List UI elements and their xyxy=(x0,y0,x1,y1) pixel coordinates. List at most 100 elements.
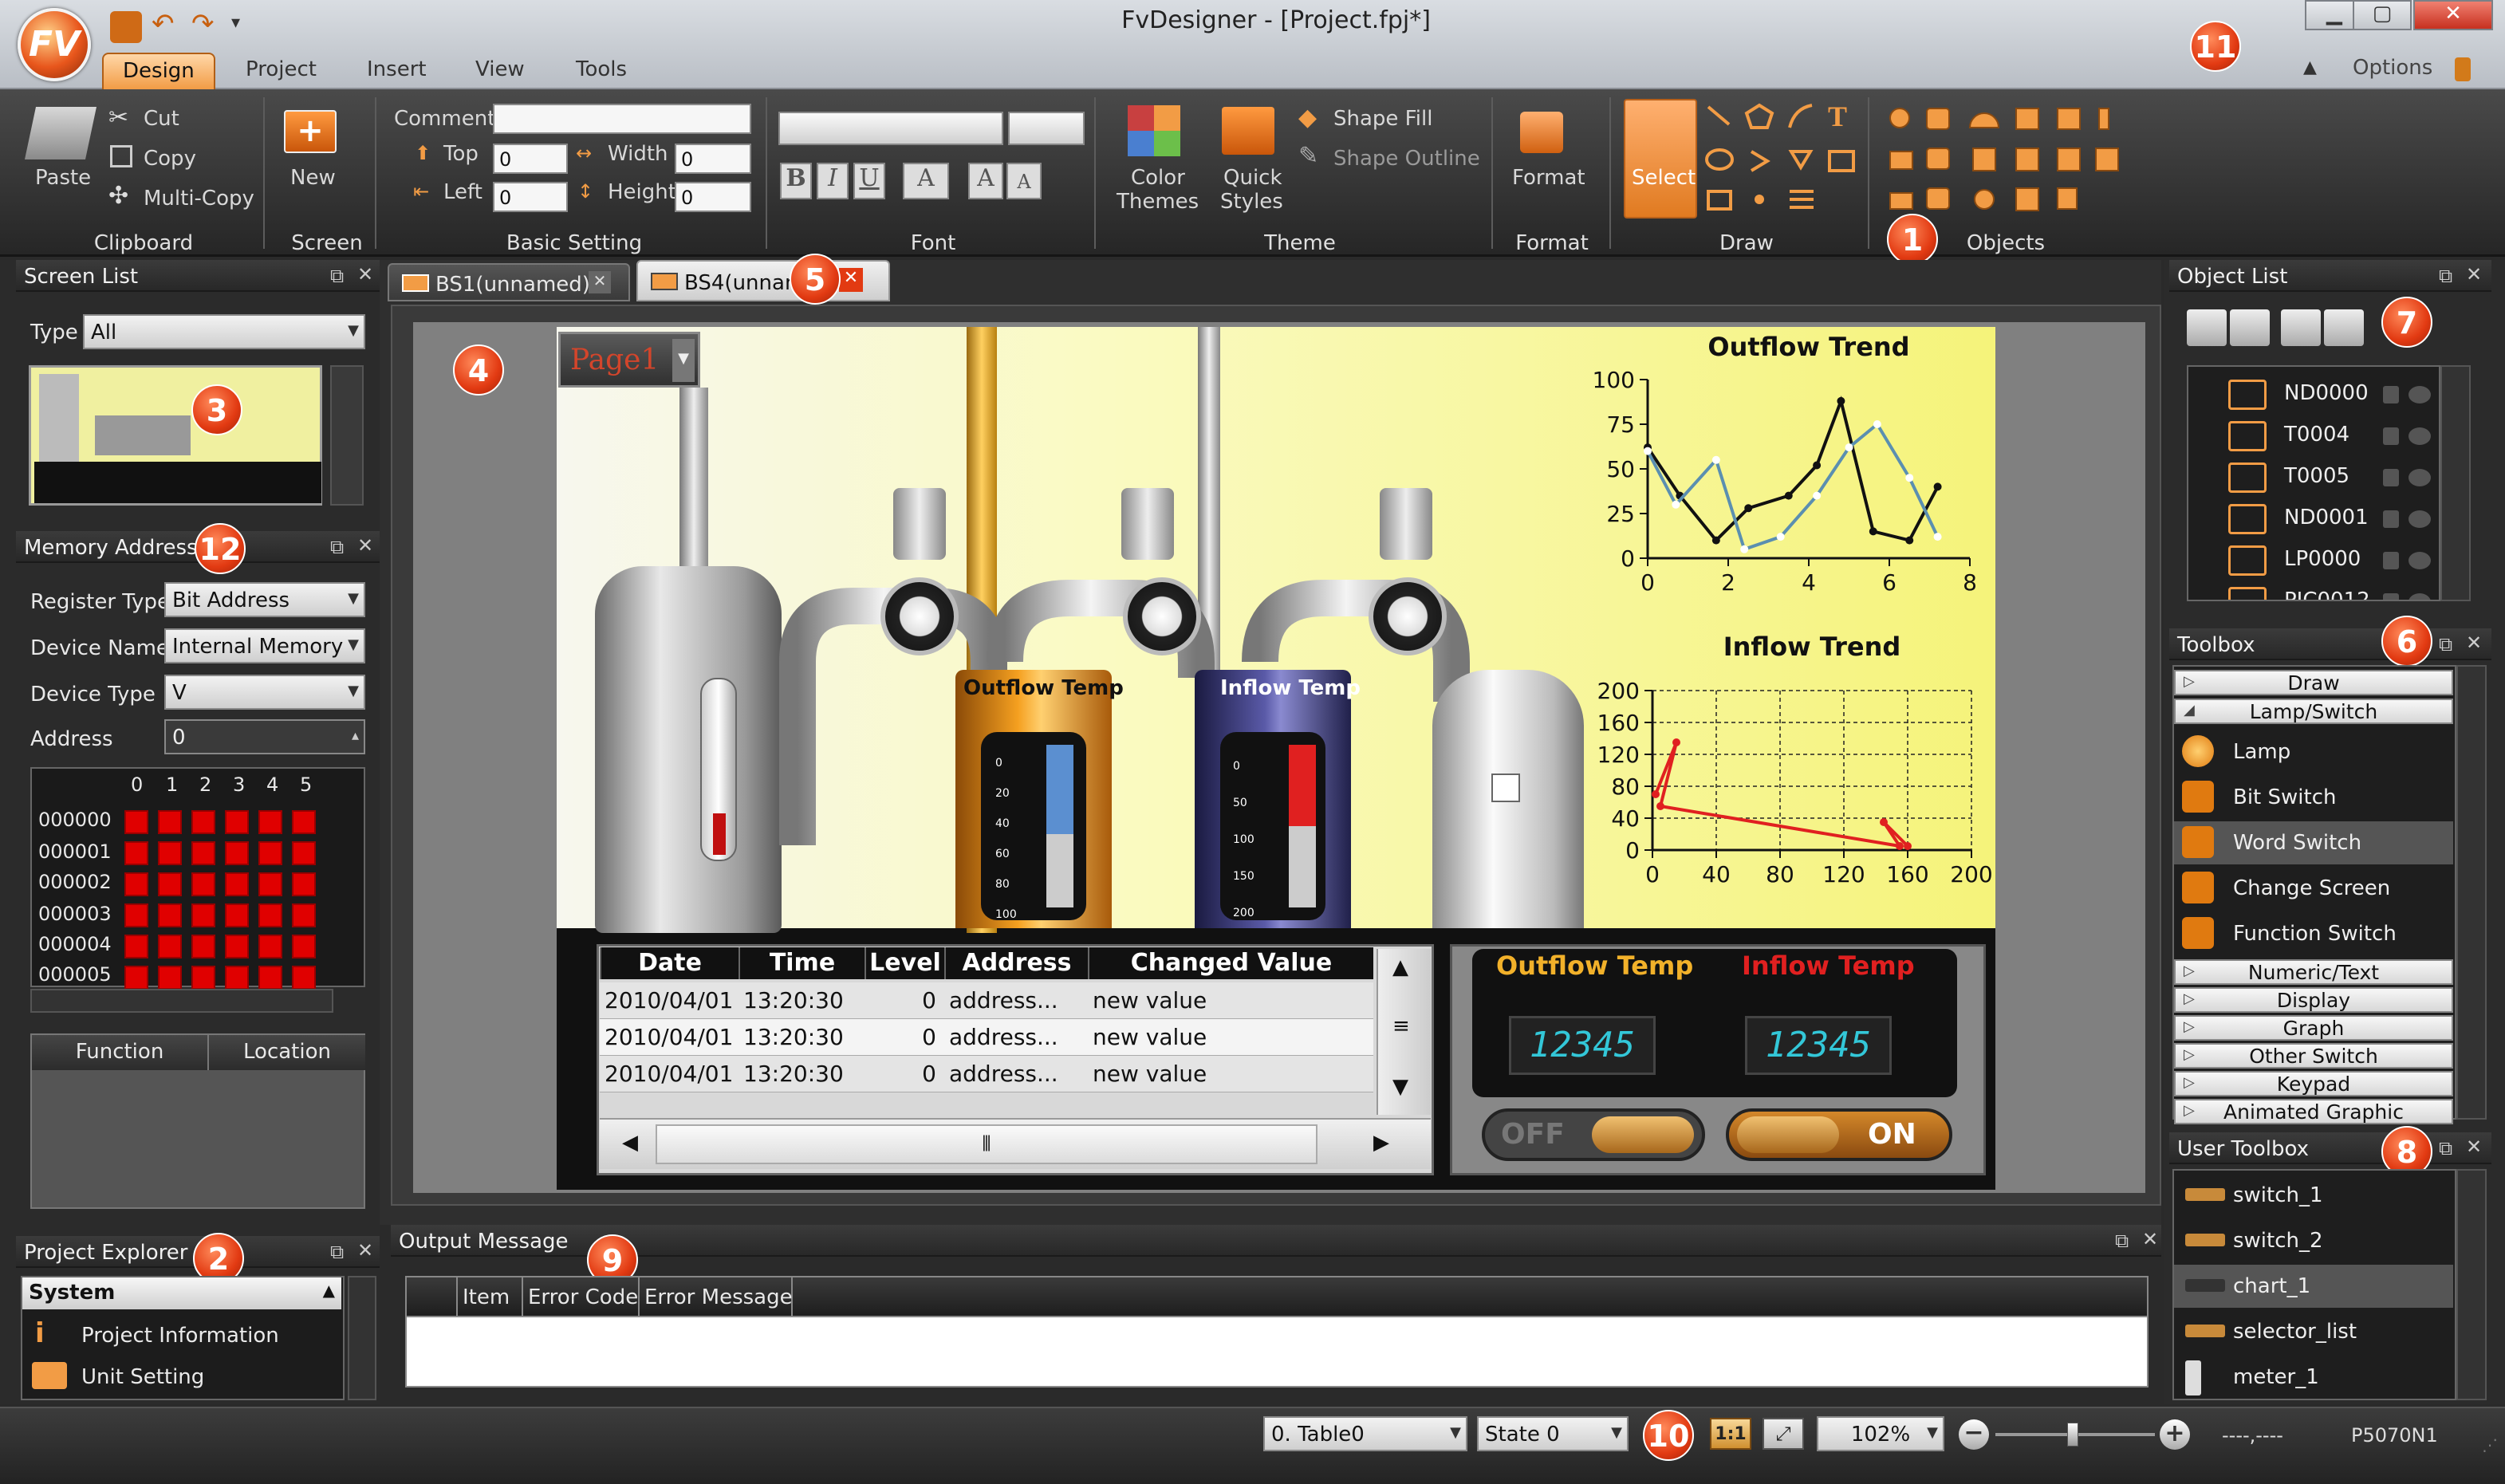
fit-window-icon[interactable]: ⤢ xyxy=(1763,1418,1804,1450)
underline-button[interactable]: U xyxy=(853,163,885,199)
zoom-in-button[interactable]: + xyxy=(2160,1419,2190,1450)
user-toolbox-item[interactable]: selector_list xyxy=(2174,1310,2453,1353)
quick-styles-label-1[interactable]: Quick xyxy=(1223,166,1282,190)
toolbox-category[interactable]: ▷ Display xyxy=(2174,987,2453,1013)
object-list-item[interactable]: ND0001 xyxy=(2188,499,2439,537)
outflow-toggle-switch[interactable]: OFF xyxy=(1482,1108,1705,1161)
bit-cell[interactable] xyxy=(292,903,316,927)
bit-cell[interactable] xyxy=(225,935,249,958)
eye-icon[interactable] xyxy=(2409,469,2431,486)
bit-cell[interactable] xyxy=(225,903,249,927)
bit-cell[interactable] xyxy=(225,966,249,990)
color-themes-icon[interactable] xyxy=(1128,105,1180,156)
comment-input[interactable] xyxy=(493,104,751,134)
send-to-back-icon[interactable] xyxy=(2324,309,2364,346)
left-input[interactable]: 0 xyxy=(493,182,568,212)
scroll-right-icon[interactable]: ▶ xyxy=(1373,1131,1389,1155)
unit-setting-item[interactable]: Unit Setting xyxy=(81,1365,204,1389)
shape-outline-button[interactable]: Shape Outline xyxy=(1333,147,1480,171)
float-panel-icon[interactable]: ⧉ xyxy=(2439,633,2452,655)
toolbox-scrollbar[interactable] xyxy=(2456,665,2487,1120)
bit-cell[interactable] xyxy=(191,903,215,927)
new-screen-icon[interactable]: + xyxy=(284,110,337,153)
bit-cell[interactable] xyxy=(258,966,282,990)
toolbox-item[interactable]: Change Screen xyxy=(2174,867,2453,910)
shape-fill-button[interactable]: Shape Fill xyxy=(1333,107,1432,131)
bit-cell[interactable] xyxy=(124,935,148,958)
bit-cell[interactable] xyxy=(158,872,182,896)
bit-cell[interactable] xyxy=(158,841,182,865)
bit-cell[interactable] xyxy=(158,903,182,927)
object-list-item[interactable]: LP0000 xyxy=(2188,541,2439,579)
quick-styles-label-2[interactable]: Styles xyxy=(1220,190,1283,214)
bit-cell[interactable] xyxy=(292,872,316,896)
paste-icon[interactable] xyxy=(24,107,97,159)
grow-font-button[interactable]: A xyxy=(968,163,1003,199)
lock-icon[interactable] xyxy=(2383,552,2399,569)
alarm-column-header[interactable]: Address xyxy=(944,947,1088,979)
error-code-column-header[interactable]: Error Code xyxy=(522,1277,638,1316)
toolbox-item[interactable]: Lamp xyxy=(2174,730,2453,773)
new-screen-button[interactable]: New xyxy=(290,166,336,190)
tab-tools[interactable]: Tools xyxy=(557,53,646,89)
alarm-column-header[interactable]: Time xyxy=(739,947,865,979)
bit-cell[interactable] xyxy=(124,903,148,927)
bit-cell[interactable] xyxy=(258,810,282,834)
eye-icon[interactable] xyxy=(2409,510,2431,528)
scroll-left-icon[interactable]: ◀ xyxy=(622,1131,638,1155)
toolbox-category[interactable]: ▷ Graph xyxy=(2174,1015,2453,1041)
collapse-ribbon-icon[interactable]: ▲ xyxy=(2303,57,2317,77)
bit-cell[interactable] xyxy=(158,810,182,834)
user-toolbox-scrollbar[interactable] xyxy=(2456,1169,2487,1400)
alarm-row[interactable]: 2010/04/01 13:20:30 0 address... new value xyxy=(600,1056,1373,1092)
lock-icon[interactable] xyxy=(2383,510,2399,528)
send-backward-icon[interactable] xyxy=(2230,309,2270,346)
tab-project[interactable]: Project xyxy=(226,53,336,89)
scroll-up-icon[interactable]: ▲ xyxy=(1392,955,1408,979)
bit-cell[interactable] xyxy=(191,810,215,834)
close-panel-icon[interactable]: ✕ xyxy=(2466,263,2482,285)
alarm-column-header[interactable]: Date xyxy=(600,947,739,979)
copy-button[interactable]: Copy xyxy=(144,147,196,171)
font-family-select[interactable] xyxy=(778,112,1003,145)
scroll-down-icon[interactable]: ▼ xyxy=(1392,1075,1408,1099)
alarm-row[interactable]: 2010/04/01 13:20:30 0 address... new value xyxy=(600,982,1373,1019)
draw-tools-icons[interactable]: T xyxy=(1702,100,1861,220)
object-list-item[interactable]: T0005 xyxy=(2188,458,2439,496)
user-toolbox-item[interactable]: chart_1 xyxy=(2174,1265,2453,1308)
close-panel-icon[interactable]: ✕ xyxy=(2466,632,2482,654)
bit-cell[interactable] xyxy=(124,810,148,834)
app-logo[interactable]: FV xyxy=(18,8,91,81)
bit-cell[interactable] xyxy=(292,935,316,958)
bit-cell[interactable] xyxy=(258,935,282,958)
table-select[interactable]: 0. Table0 ▼ xyxy=(1263,1416,1467,1451)
format-button[interactable]: Format xyxy=(1512,166,1585,190)
alarm-table-vscrollbar[interactable]: ▲ ≡ ▼ xyxy=(1377,949,1431,1115)
address-spinner[interactable]: 0 ▴ xyxy=(164,719,365,754)
tab-view[interactable]: View xyxy=(456,53,544,89)
state-select[interactable]: State 0 ▼ xyxy=(1477,1416,1629,1451)
zoom-slider-thumb[interactable] xyxy=(2067,1423,2078,1447)
close-window-button[interactable]: ✕ xyxy=(2413,0,2493,30)
height-input[interactable]: 0 xyxy=(675,182,751,212)
toolbox-category[interactable]: ▷ Draw xyxy=(2174,670,2453,695)
object-list-item[interactable]: T0004 xyxy=(2188,416,2439,455)
maximize-button[interactable]: ▢ xyxy=(2353,0,2412,30)
toolbox-category[interactable]: ▷ Other Switch xyxy=(2174,1043,2453,1069)
device-type-select[interactable]: V ▼ xyxy=(164,675,365,710)
bit-cell[interactable] xyxy=(292,841,316,865)
alarm-column-header[interactable]: Changed Value xyxy=(1088,947,1373,979)
bit-cell[interactable] xyxy=(191,841,215,865)
screen-list-scrollbar[interactable] xyxy=(330,365,364,506)
float-panel-icon[interactable]: ⧉ xyxy=(2439,265,2452,287)
toolbox-category[interactable]: ◢ Lamp/Switch xyxy=(2174,699,2453,724)
float-panel-icon[interactable]: ⧉ xyxy=(2439,1137,2452,1159)
object-tools-icons[interactable] xyxy=(1884,100,2123,220)
close-tab-icon[interactable]: ✕ xyxy=(589,271,611,293)
user-toolbox-item[interactable]: switch_2 xyxy=(2174,1219,2453,1262)
bit-cell[interactable] xyxy=(124,872,148,896)
eye-icon[interactable] xyxy=(2409,552,2431,569)
toolbox-category[interactable]: ▷ Numeric/Text xyxy=(2174,959,2453,985)
tab-design[interactable]: Design xyxy=(102,53,215,89)
close-panel-icon[interactable]: ✕ xyxy=(357,263,373,285)
